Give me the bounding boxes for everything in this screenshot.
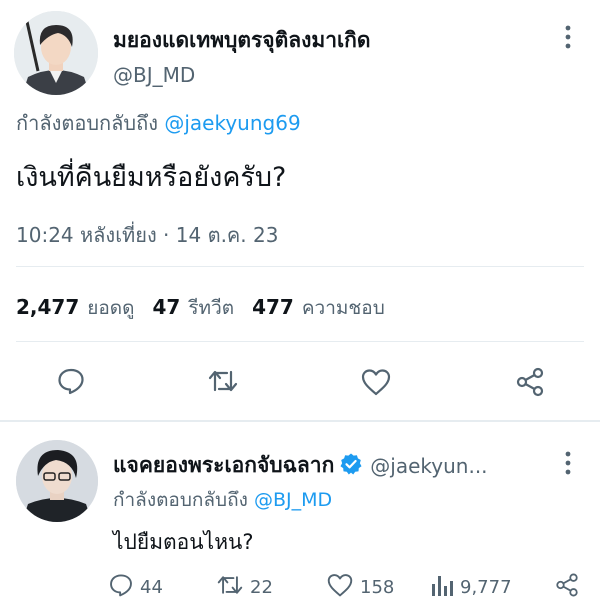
- replying-to: กำลังตอบกลับถึง @jaekyung69: [16, 107, 301, 139]
- more-options-icon[interactable]: [560, 448, 576, 478]
- verified-badge-icon: [339, 452, 363, 480]
- more-options-icon[interactable]: [560, 22, 576, 52]
- reply-views-count: 9,777: [460, 576, 512, 598]
- share-icon: [554, 573, 580, 602]
- views-label: ยอดดู: [87, 297, 135, 319]
- reply-action-bar: 44 22 158 9,777: [108, 572, 588, 602]
- comment-icon[interactable]: [56, 366, 86, 396]
- reply-views-button[interactable]: 9,777: [430, 572, 512, 602]
- retweet-icon: [216, 572, 244, 602]
- reply-tweet-text: ไปยืมตอนไหน?: [113, 530, 254, 554]
- likes-count[interactable]: 477: [252, 295, 294, 319]
- reply-replying-to-label: กำลังตอบกลับถึง: [113, 489, 248, 511]
- replying-to-handle[interactable]: @jaekyung69: [164, 111, 300, 135]
- replying-to-label: กำลังตอบกลับถึง: [16, 111, 158, 135]
- retweet-icon[interactable]: [207, 366, 239, 396]
- avatar-bj-md[interactable]: [14, 11, 98, 95]
- reply-comment-count: 44: [140, 576, 163, 598]
- avatar-jaekyung[interactable]: [16, 440, 98, 522]
- tweet-timestamp[interactable]: 10:24 หลังเที่ยง · 14 ต.ค. 23: [16, 219, 278, 251]
- comment-icon: [108, 572, 134, 602]
- reply-author-handle[interactable]: @jaekyun...: [370, 454, 487, 478]
- reply-replying-to: กำลังตอบกลับถึง @BJ_MD: [113, 485, 332, 515]
- tweet-text: เงินที่คืนยืมหรือยังครับ?: [16, 162, 287, 193]
- views-icon: [430, 572, 454, 602]
- views-count[interactable]: 2,477: [16, 295, 79, 319]
- reply-retweet-button[interactable]: 22: [216, 572, 273, 602]
- tweet-stats: 2,477 ยอดดู 47 รีทวีต 477 ความชอบ: [16, 293, 403, 323]
- reply-header: แจคยองพระเอกจับฉลาก @jaekyun...: [113, 449, 488, 482]
- retweets-label: รีทวีต: [188, 297, 235, 319]
- reply-like-button[interactable]: 158: [326, 572, 394, 602]
- share-icon[interactable]: [514, 366, 546, 398]
- divider: [16, 266, 584, 267]
- retweets-count[interactable]: 47: [153, 295, 181, 319]
- author-handle[interactable]: @BJ_MD: [113, 63, 195, 87]
- author-name[interactable]: มยองแดเทพบุตรจุติลงมาเกิด: [113, 24, 371, 57]
- reply-comment-button[interactable]: 44: [108, 572, 163, 602]
- reply-replying-to-handle[interactable]: @BJ_MD: [254, 489, 332, 511]
- likes-label: ความชอบ: [301, 297, 385, 319]
- reply-like-count: 158: [360, 576, 395, 598]
- reply-author-name[interactable]: แจคยองพระเอกจับฉลาก: [113, 449, 334, 482]
- reply-share-button[interactable]: [554, 572, 580, 602]
- heart-icon: [326, 572, 354, 602]
- section-divider: [0, 420, 600, 422]
- heart-icon[interactable]: [360, 367, 392, 397]
- reply-retweet-count: 22: [250, 576, 273, 598]
- divider: [16, 341, 584, 342]
